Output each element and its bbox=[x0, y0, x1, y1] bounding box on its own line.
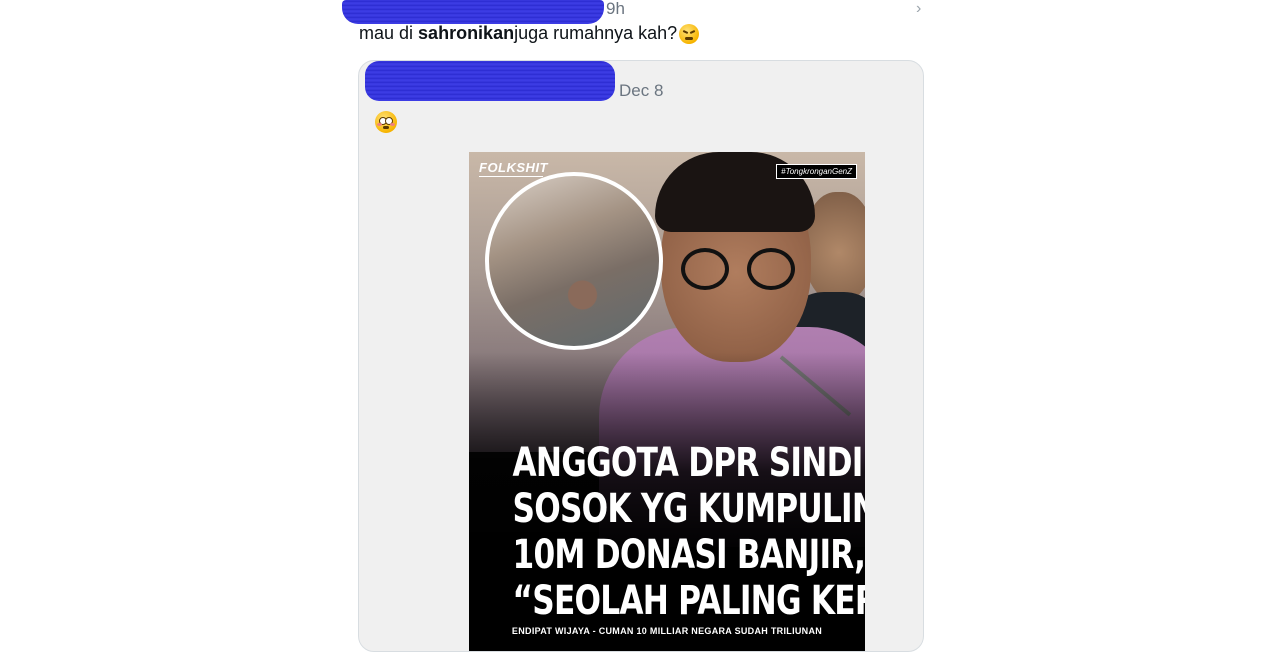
reply-text-before: mau di bbox=[359, 23, 414, 43]
reply-body: mau di sahronikan juga rumahnya kah? bbox=[359, 23, 700, 44]
reply-timestamp[interactable]: 9h bbox=[606, 0, 625, 19]
flushed-face-icon bbox=[375, 111, 397, 133]
image-headline: ANGGOTA DPR SINDIR SOSOK YG KUMPULIN 10M… bbox=[469, 440, 865, 624]
headline-line: SOSOK YG KUMPULIN bbox=[512, 486, 865, 532]
headline-line: “SEOLAH PALING KERJA” bbox=[512, 578, 865, 624]
chevron-right-icon[interactable]: › bbox=[916, 0, 921, 18]
image-subcaption: ENDIPAT WIJAYA - CUMAN 10 MILLIAR NEGARA… bbox=[511, 626, 823, 636]
brand-logo: FOLKSHIT bbox=[479, 160, 548, 175]
hashtag-badge: #TongkronganGenZ bbox=[776, 164, 857, 179]
headline-line: ANGGOTA DPR SINDIR bbox=[512, 440, 865, 486]
redacted-quoted-username bbox=[365, 61, 615, 101]
persevering-face-icon bbox=[679, 23, 700, 44]
redacted-username bbox=[342, 0, 604, 24]
reply-text-after: juga rumahnya kah? bbox=[514, 23, 678, 43]
timeline-column: 9h › mau di sahronikan juga rumahnya kah… bbox=[342, 0, 924, 653]
quoted-post-card[interactable]: Dec 8 FOLKSHIT #TongkronganGenZ ANGGOTA … bbox=[358, 60, 924, 652]
reply-text-bold: sahronikan bbox=[418, 23, 515, 43]
headline-line: 10M DONASI BANJIR, bbox=[512, 532, 865, 578]
quoted-post-image[interactable]: FOLKSHIT #TongkronganGenZ ANGGOTA DPR SI… bbox=[469, 152, 865, 651]
quoted-post-date: Dec 8 bbox=[619, 81, 664, 100]
flood-inset-photo bbox=[485, 172, 663, 350]
